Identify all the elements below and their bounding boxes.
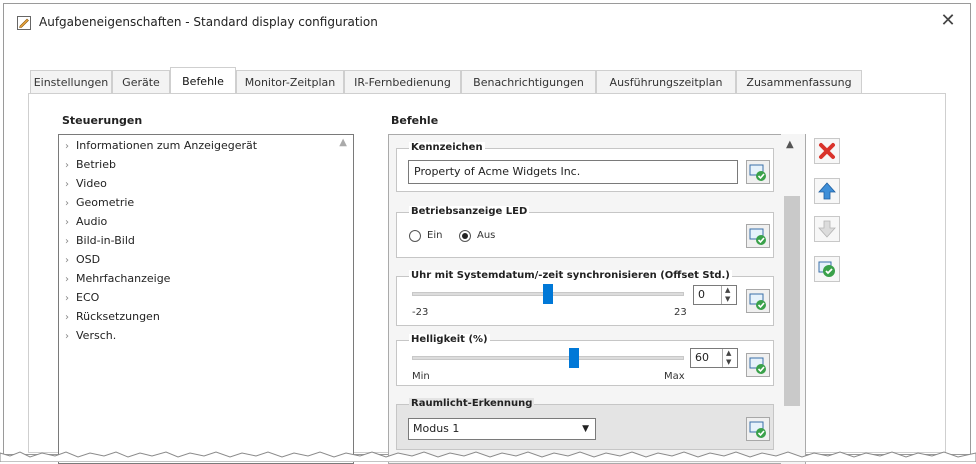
spin-down-icon[interactable]: ▼ — [725, 295, 730, 303]
tab-geraete[interactable]: Geräte — [112, 70, 170, 94]
tab-einstellungen[interactable]: Einstellungen — [30, 70, 112, 94]
spin-up-icon[interactable]: ▲ — [725, 286, 730, 294]
brightness-slider-track[interactable] — [412, 356, 684, 360]
brightness-max-label: Max — [664, 371, 685, 382]
chevron-right-icon: › — [65, 236, 69, 247]
tree-item-osd[interactable]: › OSD — [65, 250, 100, 269]
tree-item-geometrie[interactable]: › Geometrie — [65, 193, 134, 212]
spin-down-icon[interactable]: ▼ — [726, 358, 731, 366]
clock-min-label: -23 — [412, 307, 429, 318]
tab-benachrichtigungen[interactable]: Benachrichtigungen — [461, 70, 596, 94]
chevron-right-icon: › — [65, 255, 69, 266]
chevron-right-icon: › — [65, 141, 69, 152]
chevron-right-icon: › — [65, 274, 69, 285]
tree-item-mehrfachanzeige[interactable]: › Mehrfachanzeige — [65, 269, 170, 288]
send-command-icon — [749, 228, 766, 245]
ambient-mode-value: Modus 1 — [413, 422, 460, 435]
radio-label-aus: Aus — [477, 230, 496, 241]
apply-brightness-button[interactable] — [746, 353, 770, 377]
brightness-slider-thumb[interactable] — [569, 348, 580, 368]
apply-kennzeichen-button[interactable] — [746, 160, 770, 184]
tree-item-info[interactable]: › Informationen zum Anzeigegerät — [65, 136, 257, 155]
apply-clock-button[interactable] — [746, 289, 770, 313]
tree-item-eco[interactable]: › ECO — [65, 288, 99, 307]
tab-zusammenfassung[interactable]: Zusammenfassung — [736, 70, 862, 94]
spinner-buttons[interactable]: ▲ ▼ — [721, 286, 736, 304]
kennzeichen-input[interactable]: Property of Acme Widgets Inc. — [408, 160, 738, 184]
group-title-led: Betriebsanzeige LED — [409, 206, 530, 217]
send-command-icon — [749, 357, 766, 374]
send-command-icon — [749, 164, 766, 181]
chevron-right-icon: › — [65, 160, 69, 171]
arrow-down-icon — [818, 220, 836, 238]
controls-panel-title: Steuerungen — [62, 114, 143, 127]
title-bar: Aufgabeneigenschaften - Standard display… — [4, 4, 970, 40]
clock-max-label: 23 — [674, 307, 687, 318]
chevron-down-icon: ▼ — [582, 424, 589, 434]
move-down-button[interactable] — [814, 216, 840, 242]
send-command-icon — [749, 421, 766, 438]
radio-led-aus[interactable] — [459, 230, 471, 242]
chevron-right-icon: › — [65, 198, 69, 209]
group-title-kennzeichen: Kennzeichen — [409, 142, 485, 153]
window-title: Aufgabeneigenschaften - Standard display… — [39, 15, 378, 29]
group-title-brightness: Helligkeit (%) — [409, 334, 490, 345]
tree-item-video[interactable]: › Video — [65, 174, 107, 193]
tree-item-bild-in-bild[interactable]: › Bild-in-Bild — [65, 231, 135, 250]
group-led: Betriebsanzeige LED — [396, 206, 774, 258]
chevron-right-icon: › — [65, 217, 69, 228]
move-up-button[interactable] — [814, 178, 840, 204]
apply-ambient-button[interactable] — [746, 417, 770, 441]
radio-label-ein: Ein — [427, 230, 443, 241]
tree-scroll-up-icon[interactable]: ▲ — [339, 137, 347, 148]
chevron-right-icon: › — [65, 179, 69, 190]
commands-scroll-thumb[interactable] — [784, 196, 800, 406]
brightness-value: 60 — [695, 351, 709, 364]
send-all-button[interactable] — [814, 256, 840, 282]
tree-item-versch[interactable]: › Versch. — [65, 326, 116, 345]
tab-monitor-zeitplan[interactable]: Monitor-Zeitplan — [236, 70, 344, 94]
clock-offset-slider-thumb[interactable] — [543, 284, 553, 304]
arrow-up-icon — [818, 182, 836, 200]
chevron-right-icon: › — [65, 331, 69, 342]
group-title-clock: Uhr mit Systemdatum/-zeit synchronisiere… — [409, 270, 732, 281]
tree-item-betrieb[interactable]: › Betrieb — [65, 155, 116, 174]
chevron-right-icon: › — [65, 293, 69, 304]
send-command-icon — [749, 293, 766, 310]
tab-befehle[interactable]: Befehle — [170, 67, 236, 94]
controls-tree[interactable]: ▲ › Informationen zum Anzeigegerät › Betri… — [58, 134, 354, 464]
chevron-right-icon: › — [65, 312, 69, 323]
apply-led-button[interactable] — [746, 224, 770, 248]
copy-icon — [818, 261, 835, 277]
group-title-ambient: Raumlicht-Erkennung — [409, 398, 535, 409]
torn-edge — [0, 451, 976, 462]
spin-up-icon[interactable]: ▲ — [726, 349, 731, 357]
task-properties-icon — [17, 16, 31, 30]
close-button[interactable]: ✕ — [936, 10, 960, 32]
remove-command-button[interactable] — [814, 138, 840, 164]
tree-item-audio[interactable]: › Audio — [65, 212, 107, 231]
spinner-buttons[interactable]: ▲ ▼ — [722, 349, 737, 367]
tab-ir-fernbedienung[interactable]: IR-Fernbedienung — [344, 70, 461, 94]
clock-offset-spinner[interactable]: 0 ▲ ▼ — [693, 285, 737, 305]
tab-ausfuehrungszeitplan[interactable]: Ausführungszeitplan — [596, 70, 736, 94]
commands-panel-title: Befehle — [391, 114, 439, 127]
scroll-up-icon[interactable]: ▲ — [786, 139, 794, 150]
brightness-spinner[interactable]: 60 ▲ ▼ — [690, 348, 738, 368]
ambient-mode-select[interactable]: Modus 1 ▼ — [408, 418, 596, 440]
brightness-min-label: Min — [412, 371, 430, 382]
delete-icon — [819, 143, 835, 159]
tree-item-ruecksetzungen[interactable]: › Rücksetzungen — [65, 307, 160, 326]
radio-led-ein[interactable] — [409, 230, 421, 242]
clock-offset-value: 0 — [698, 288, 705, 301]
